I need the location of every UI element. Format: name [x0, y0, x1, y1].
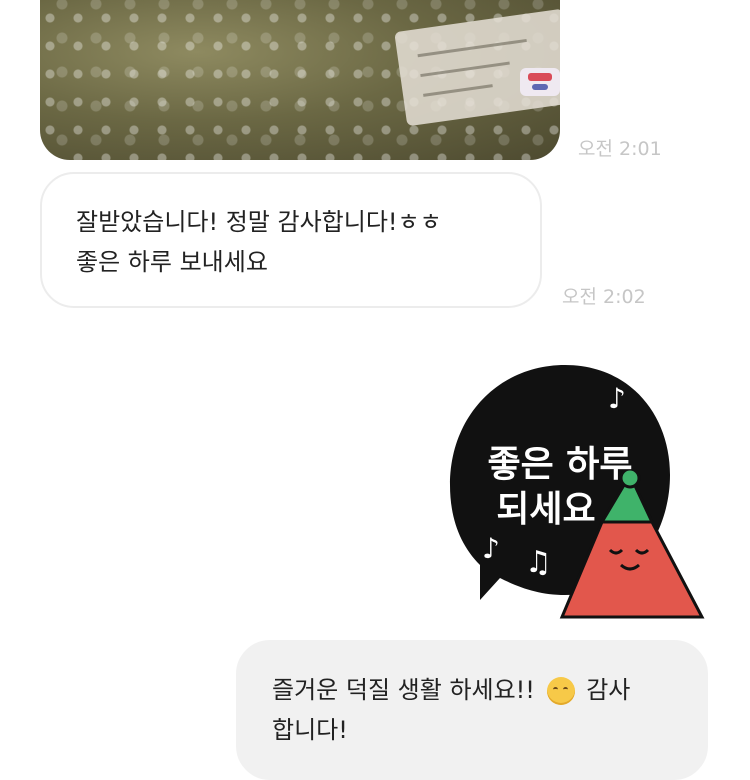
outgoing-message-line: 즐거운 덕질 생활 하세요!! 감사: [272, 670, 672, 710]
brand-logo: [520, 68, 560, 96]
svg-text:♫: ♫: [525, 545, 552, 580]
incoming-message-bubble[interactable]: 잘받았습니다! 정말 감사합니다!ㅎㅎ 좋은 하루 보내세요: [40, 172, 542, 308]
outgoing-message-bubble[interactable]: 즐거운 덕질 생활 하세요!! 감사 합니다!: [236, 640, 708, 780]
svg-text:♪: ♪: [482, 532, 500, 565]
photo-attachment[interactable]: [40, 0, 560, 160]
smiling-face-emoji-icon: [546, 677, 575, 705]
photo-timestamp: 오전 2:01: [578, 138, 662, 160]
sticker-text-line: 되세요: [496, 489, 596, 530]
outgoing-message-line: 합니다!: [272, 716, 348, 744]
incoming-message-line: 잘받았습니다! 정말 감사합니다!ㅎㅎ: [76, 208, 442, 236]
outgoing-message-text: 즐거운 덕질 생활 하세요!!: [272, 676, 535, 704]
svg-text:♪: ♪: [608, 382, 626, 415]
outgoing-message-text: 감사: [586, 676, 631, 704]
sticker-good-day[interactable]: ♪ ♪ ♫ 좋은 하루 되세요: [440, 360, 710, 630]
incoming-timestamp: 오전 2:02: [562, 286, 646, 308]
incoming-message-line: 좋은 하루 보내세요: [76, 248, 268, 276]
